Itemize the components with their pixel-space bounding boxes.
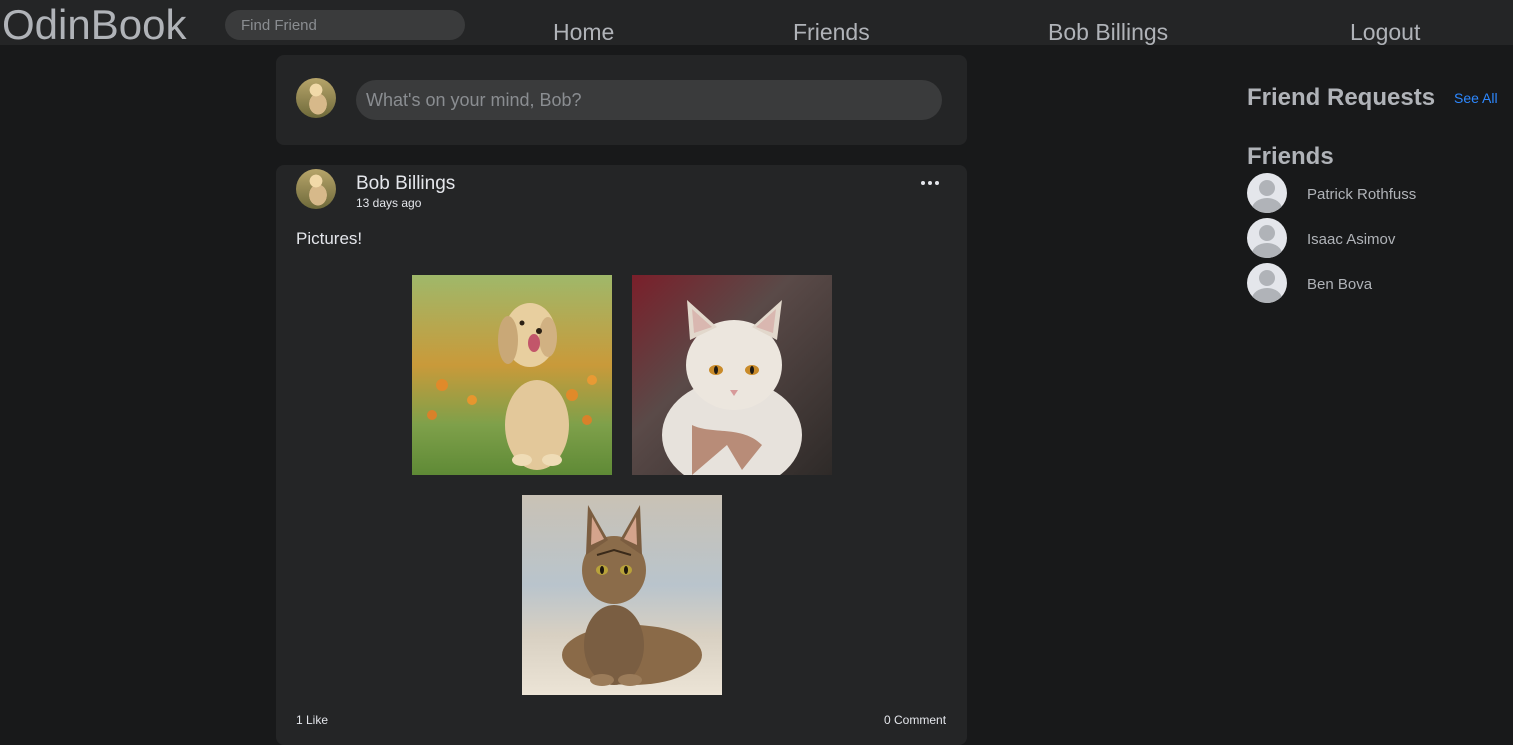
post-text: Pictures! bbox=[296, 229, 363, 248]
post-input[interactable] bbox=[356, 80, 942, 120]
friend-item-ben-bova[interactable]: Ben Bova bbox=[1247, 263, 1507, 303]
default-avatar-icon bbox=[1247, 218, 1287, 258]
post-composer bbox=[276, 55, 967, 145]
friend-item-patrick-rothfuss[interactable]: Patrick Rothfuss bbox=[1247, 173, 1507, 213]
post-author-avatar[interactable] bbox=[296, 169, 336, 209]
tabby-cat-photo[interactable] bbox=[522, 495, 722, 695]
top-navbar: OdinBook Home Friends Bob Billings Logou… bbox=[0, 0, 1513, 48]
user-avatar[interactable] bbox=[296, 78, 336, 118]
post-options-icon[interactable] bbox=[921, 175, 943, 189]
default-avatar-icon bbox=[1247, 173, 1287, 213]
nav-profile-link[interactable]: Bob Billings bbox=[1048, 18, 1168, 46]
find-friend-input[interactable] bbox=[225, 10, 465, 40]
friend-requests-title: Friend Requests bbox=[1247, 84, 1436, 111]
see-all-requests-link[interactable]: See All bbox=[1454, 90, 1498, 106]
post-timestamp: 13 days ago bbox=[356, 196, 422, 210]
friend-name: Isaac Asimov bbox=[1307, 231, 1396, 248]
post-author-name[interactable]: Bob Billings bbox=[356, 173, 455, 195]
default-avatar-icon bbox=[1247, 263, 1287, 303]
friend-name: Patrick Rothfuss bbox=[1307, 186, 1417, 203]
nav-friends-link[interactable]: Friends bbox=[793, 18, 870, 46]
app-logo[interactable]: OdinBook bbox=[2, 2, 186, 48]
nav-home-link[interactable]: Home bbox=[553, 18, 614, 46]
nav-logout-link[interactable]: Logout bbox=[1350, 18, 1420, 46]
friend-name: Ben Bova bbox=[1307, 276, 1373, 293]
dog-photo[interactable] bbox=[412, 275, 612, 475]
friends-title: Friends bbox=[1247, 143, 1334, 170]
white-cat-photo[interactable] bbox=[632, 275, 832, 475]
post-card: Bob Billings 13 days ago Pictures! 1 Lik… bbox=[276, 165, 967, 745]
friend-item-isaac-asimov[interactable]: Isaac Asimov bbox=[1247, 218, 1507, 258]
